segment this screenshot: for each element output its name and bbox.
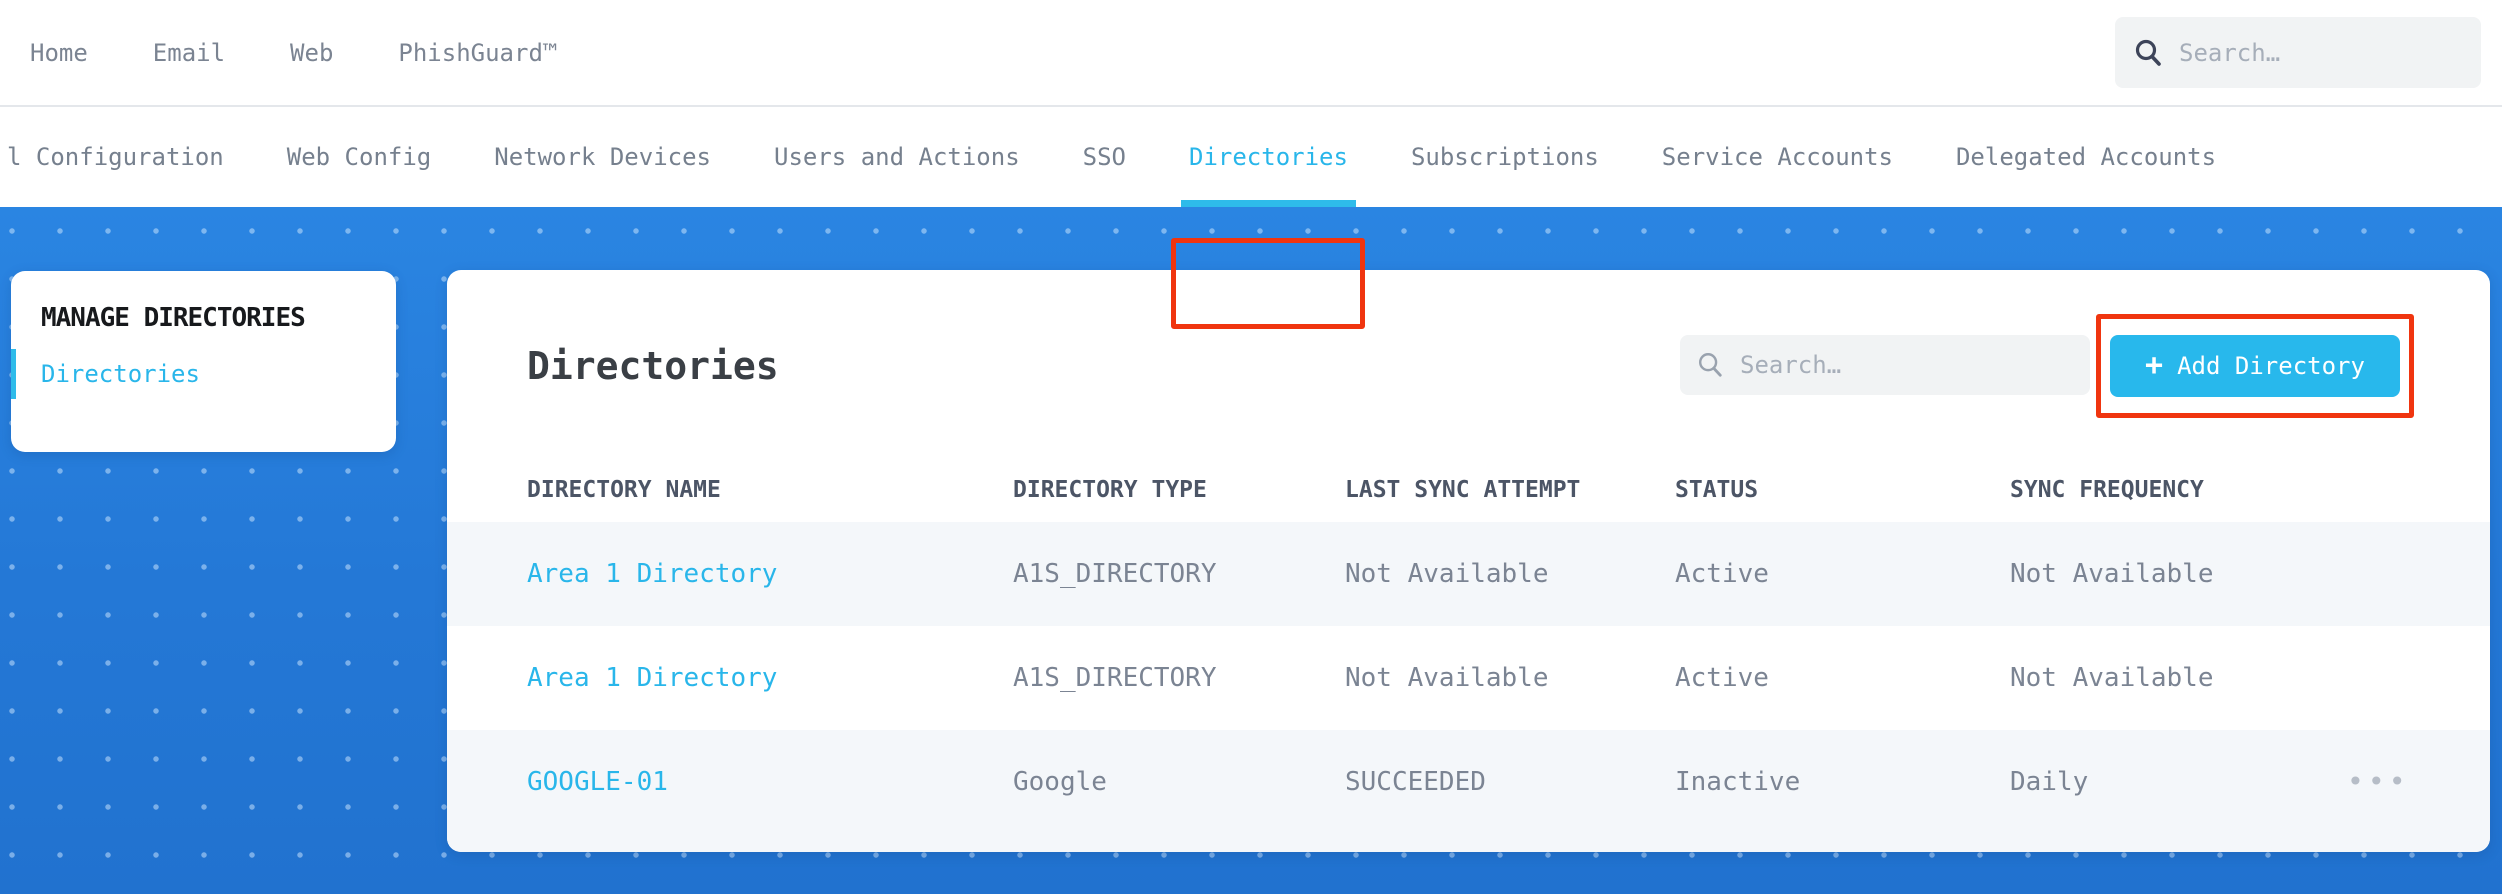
tab-list: l Configuration Web Config Network Devic… [7, 107, 2216, 207]
column-header-directory-type: DIRECTORY TYPE [1013, 477, 1207, 503]
column-header-directory-name: DIRECTORY NAME [527, 477, 721, 503]
active-tab-underline [1181, 200, 1356, 207]
directories-search-input[interactable] [1740, 351, 2074, 379]
plus-icon: + [2145, 348, 2164, 383]
directory-name-link[interactable]: Area 1 Directory [527, 663, 777, 693]
last-sync-cell: Not Available [1345, 663, 1549, 693]
settings-tab-bar: l Configuration Web Config Network Devic… [0, 107, 2502, 329]
tab-delegated-accounts[interactable]: Delegated Accounts [1956, 107, 2216, 207]
directory-name-link[interactable]: Area 1 Directory [527, 559, 777, 589]
status-cell: Active [1675, 559, 1769, 589]
table-header-row: DIRECTORY NAME DIRECTORY TYPE LAST SYNC … [447, 470, 2490, 522]
sidebar-item-directories[interactable]: Directories [11, 349, 396, 399]
manage-directories-card: MANAGE DIRECTORIES Directories [11, 271, 396, 452]
tab-sso[interactable]: SSO [1083, 107, 1126, 207]
column-header-status: STATUS [1675, 477, 1759, 503]
phishguard-settings-page: Home Email Web PhishGuard™ l Configurati… [0, 0, 2502, 894]
tab-directories[interactable]: Directories [1181, 107, 1356, 207]
table-row: Area 1 Directory A1S_DIRECTORY Not Avail… [447, 522, 2490, 626]
nav-item-web[interactable]: Web [290, 39, 333, 67]
add-directory-button[interactable]: + Add Directory [2110, 335, 2400, 397]
tab-directories-label: Directories [1189, 143, 1348, 171]
column-header-last-sync-attempt: LAST SYNC ATTEMPT [1345, 477, 1581, 503]
directory-name-link[interactable]: GOOGLE-01 [527, 767, 668, 797]
top-navigation-bar: Home Email Web PhishGuard™ [0, 0, 2502, 107]
last-sync-cell: SUCCEEDED [1345, 767, 1486, 797]
tab-users-and-actions[interactable]: Users and Actions [774, 107, 1020, 207]
table-row: GOOGLE-01 Google SUCCEEDED Inactive Dail… [447, 730, 2490, 852]
tab-email-configuration[interactable]: l Configuration [7, 107, 224, 207]
directories-search-box[interactable] [1680, 335, 2090, 395]
page-title: Directories [527, 344, 779, 388]
directory-type-cell: Google [1013, 767, 1107, 797]
sync-frequency-cell: Daily [2010, 767, 2089, 797]
status-cell: Inactive [1675, 767, 1801, 797]
nav-item-home[interactable]: Home [30, 39, 88, 67]
search-icon [1698, 353, 1722, 377]
global-search-input[interactable] [2179, 38, 2463, 67]
directories-card: Directories + Add Directory DIRECTORY NA… [447, 270, 2490, 852]
table-row: Area 1 Directory A1S_DIRECTORY Not Avail… [447, 626, 2490, 730]
content-area: MANAGE DIRECTORIES Directories Directori… [0, 207, 2502, 894]
add-directory-label: Add Directory [2177, 352, 2365, 380]
column-header-sync-frequency: SYNC FREQUENCY [2010, 477, 2204, 503]
tab-subscriptions[interactable]: Subscriptions [1411, 107, 1599, 207]
tab-service-accounts[interactable]: Service Accounts [1662, 107, 1893, 207]
directory-type-cell: A1S_DIRECTORY [1013, 559, 1217, 589]
tab-web-config[interactable]: Web Config [287, 107, 432, 207]
last-sync-cell: Not Available [1345, 559, 1549, 589]
sync-frequency-cell: Not Available [2010, 559, 2214, 589]
global-search-box[interactable] [2115, 17, 2481, 88]
directory-type-cell: A1S_DIRECTORY [1013, 663, 1217, 693]
active-item-bar [11, 349, 16, 399]
status-cell: Active [1675, 663, 1769, 693]
nav-item-phishguard[interactable]: PhishGuard™ [398, 39, 557, 67]
search-icon [2135, 39, 2161, 66]
tab-network-devices[interactable]: Network Devices [494, 107, 711, 207]
directories-table: DIRECTORY NAME DIRECTORY TYPE LAST SYNC … [447, 470, 2490, 852]
nav-item-email[interactable]: Email [153, 39, 225, 67]
primary-nav: Home Email Web PhishGuard™ [30, 0, 557, 105]
row-actions-ellipsis-icon[interactable]: ••• [2347, 730, 2410, 834]
sidebar-item-directories-label[interactable]: Directories [41, 360, 200, 388]
sidebar-title: MANAGE DIRECTORIES [41, 303, 306, 333]
sync-frequency-cell: Not Available [2010, 663, 2214, 693]
